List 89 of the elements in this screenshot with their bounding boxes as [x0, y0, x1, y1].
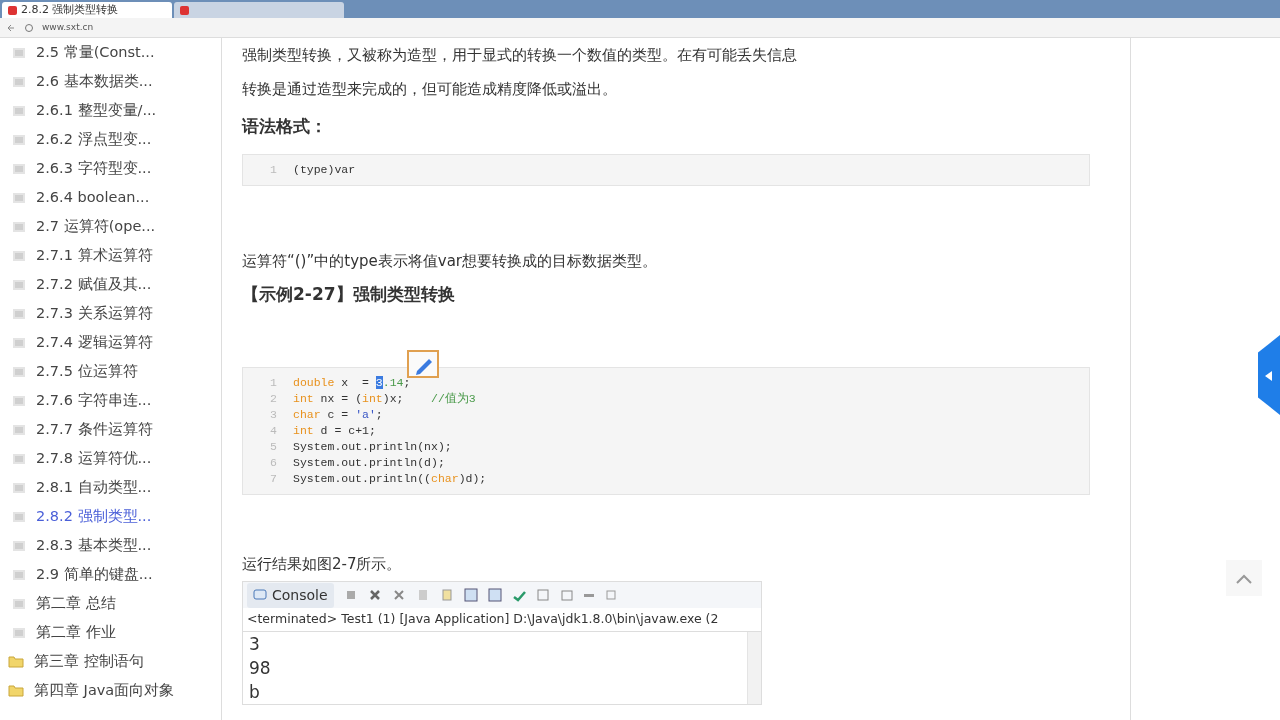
- sidebar-item[interactable]: 第二章 作业: [0, 618, 221, 647]
- sidebar-item[interactable]: 2.7.8 运算符优...: [0, 444, 221, 473]
- sidebar-item[interactable]: 2.6.2 浮点型变...: [0, 125, 221, 154]
- remove-all-icon: [391, 588, 406, 602]
- page-icon: [12, 191, 26, 204]
- sidebar-item[interactable]: 2.7.1 算术运算符: [0, 241, 221, 270]
- address-text[interactable]: www.sxt.cn: [42, 20, 94, 35]
- monitor-icon: [253, 588, 267, 602]
- folder-icon: [8, 655, 24, 668]
- page-icon: [12, 307, 26, 320]
- sidebar-item[interactable]: 2.7.4 逻辑运算符: [0, 328, 221, 357]
- line-number: 6: [269, 455, 277, 471]
- page-icon: [12, 46, 26, 59]
- display-icon: [487, 588, 502, 602]
- line-number: 5: [269, 439, 277, 455]
- sidebar-item[interactable]: 2.8.2 强制类型...: [0, 502, 221, 531]
- remove-icon: [367, 588, 382, 602]
- page-icon: [12, 104, 26, 117]
- sidebar-item[interactable]: 2.7.3 关系运算符: [0, 299, 221, 328]
- example-heading: 【示例2-27】强制类型转换: [242, 282, 456, 306]
- sidebar-item[interactable]: 2.5 常量(Const...: [0, 38, 221, 67]
- console-output-line: 3: [249, 632, 261, 656]
- console-tab[interactable]: Console: [247, 582, 334, 608]
- code-line: int d = c+1;: [293, 423, 376, 439]
- code-line: System.out.println((char)d);: [293, 471, 487, 487]
- sidebar-item[interactable]: 2.7.7 条件运算符: [0, 415, 221, 444]
- browser-tab[interactable]: 2.8.2 强制类型转换: [2, 2, 172, 18]
- sidebar-item[interactable]: 2.7 运算符(ope...: [0, 212, 221, 241]
- line-number: 3: [269, 407, 277, 423]
- sidebar-item[interactable]: 第四章 Java面向对象: [0, 676, 221, 705]
- back-arrow-icon: [6, 22, 16, 33]
- browser-tab[interactable]: [174, 2, 344, 18]
- sidebar-item[interactable]: 2.7.2 赋值及其...: [0, 270, 221, 299]
- code-line: double x = 3.14;: [293, 375, 411, 391]
- sidebar-item[interactable]: 2.8.3 基本类型...: [0, 531, 221, 560]
- line-number: 2: [269, 391, 277, 407]
- page-icon: [12, 249, 26, 262]
- page-icon: [12, 365, 26, 378]
- maximize-icon: [603, 588, 618, 602]
- paragraph: 强制类型转换，又被称为造型，用于显式的转换一个数值的类型。在有可能丢失信息: [242, 45, 798, 66]
- folder-window-icon: [559, 588, 574, 602]
- paragraph: 运行结果如图2-7所示。: [242, 554, 403, 575]
- code-line: System.out.println(d);: [293, 455, 445, 471]
- chevron-up-icon: [1236, 573, 1252, 584]
- sidebar-item[interactable]: 2.7.6 字符串连...: [0, 386, 221, 415]
- minimize-icon: [583, 593, 594, 597]
- line-number: 4: [269, 423, 277, 439]
- sidebar-item[interactable]: 2.6 基本数据类...: [0, 67, 221, 96]
- page-icon: [12, 278, 26, 291]
- pin-icon: [463, 588, 478, 602]
- scroll-lock-icon: [439, 588, 454, 602]
- window-icon: [535, 588, 550, 602]
- page-icon: [12, 452, 26, 465]
- line-number: 7: [269, 471, 277, 487]
- page-icon: [12, 539, 26, 552]
- paragraph: 转换是通过造型来完成的，但可能造成精度降低或溢出。: [242, 79, 618, 100]
- page-icon: [12, 394, 26, 407]
- sidebar-item[interactable]: 第二章 总结: [0, 589, 221, 618]
- page-icon: [12, 220, 26, 233]
- console-status: <terminated> Test1 (1) [Java Application] D:\Java\jdk1.8.0\bin\javaw.exe (2: [243, 608, 761, 632]
- console-output-line: b: [249, 680, 261, 704]
- page-icon: [12, 481, 26, 494]
- sidebar-item[interactable]: 第三章 控制语句: [0, 647, 221, 676]
- page-icon: [12, 626, 26, 639]
- code-line: int nx = (int)x; //值为3: [293, 391, 476, 407]
- sidebar-item[interactable]: 2.6.3 字符型变...: [0, 154, 221, 183]
- triangle-left-icon: [1265, 370, 1273, 381]
- console-output-line: 98: [249, 656, 272, 680]
- section-heading: 语法格式：: [242, 115, 328, 138]
- code-line: System.out.println(nx);: [293, 439, 452, 455]
- sidebar-item[interactable]: 2.6.1 整型变量/...: [0, 96, 221, 125]
- scroll-top-button[interactable]: [1226, 560, 1262, 596]
- page-icon: [12, 568, 26, 581]
- folder-icon: [8, 684, 24, 697]
- page-icon: [12, 510, 26, 523]
- reload-icon: [24, 22, 34, 33]
- paragraph: 运算符“()”中的type表示将值var想要转换成的目标数据类型。: [242, 250, 658, 272]
- page-icon: [12, 162, 26, 175]
- code-line: char c = 'a';: [293, 407, 383, 423]
- page-icon: [12, 75, 26, 88]
- page-icon: [12, 597, 26, 610]
- page-icon: [12, 336, 26, 349]
- page-icon: [12, 133, 26, 146]
- sidebar-item[interactable]: 2.9 简单的键盘...: [0, 560, 221, 589]
- page-icon: [12, 423, 26, 436]
- sidebar-item[interactable]: 2.6.4 boolean...: [0, 183, 221, 212]
- sidebar-item[interactable]: 2.8.1 自动类型...: [0, 473, 221, 502]
- sidebar-item[interactable]: 2.7.5 位运算符: [0, 357, 221, 386]
- code-line: (type)var: [293, 161, 356, 178]
